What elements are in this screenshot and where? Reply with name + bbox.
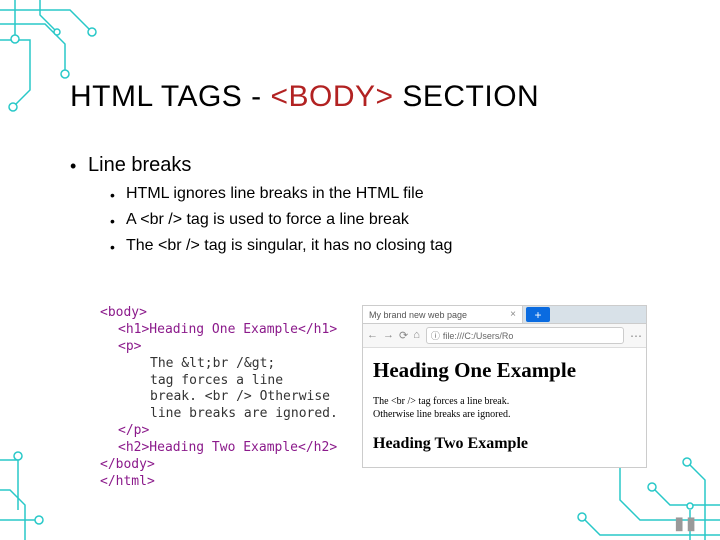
title-body-tag: <BODY>	[270, 80, 393, 113]
tab-title: My brand new web page	[369, 310, 467, 320]
code-line: </html>	[100, 474, 155, 489]
pause-icon[interactable]: ▮▮	[674, 513, 698, 534]
code-example: <body> <h1>Heading One Example</h1> <p> …	[100, 305, 350, 491]
address-bar[interactable]: ⓘ file:///C:/Users/Ro	[426, 327, 624, 344]
rendered-line: Otherwise line breaks are ignored.	[373, 409, 510, 420]
rendered-line: The <br /> tag forces a line break.	[373, 396, 509, 407]
title-pre: HTML TAGS -	[70, 80, 270, 113]
rendered-paragraph: The <br /> tag forces a line break. Othe…	[373, 395, 636, 421]
browser-tab[interactable]: My brand new web page ×	[363, 306, 523, 323]
bullet-main-text: Line breaks	[88, 154, 191, 176]
title-post: SECTION	[394, 80, 540, 113]
bullet-main: Line breaks HTML ignores line breaks in …	[70, 154, 650, 255]
code-line: <h2>Heading Two Example</h2>	[118, 440, 337, 455]
sub-bullet-text: HTML ignores line breaks in the HTML fil…	[126, 185, 424, 202]
slide-title: HTML TAGS - <BODY> SECTION	[70, 80, 650, 114]
home-icon[interactable]: ⌂	[413, 329, 420, 342]
sub-bullet-list: HTML ignores line breaks in the HTML fil…	[88, 185, 650, 255]
code-line: <p>	[118, 339, 141, 354]
rendered-page: Heading One Example The <br /> tag force…	[363, 348, 646, 467]
info-icon: ⓘ	[431, 329, 440, 342]
url-text: file:///C:/Users/Ro	[443, 331, 514, 341]
code-line: <h1>Heading One Example</h1>	[118, 322, 337, 337]
code-line: <body>	[100, 305, 147, 320]
code-line: break. <br /> Otherwise	[150, 389, 330, 404]
code-line: </body>	[100, 457, 155, 472]
new-tab-button[interactable]: +	[526, 307, 550, 322]
sub-bullet: The <br /> tag is singular, it has no cl…	[110, 237, 650, 255]
examples-row: <body> <h1>Heading One Example</h1> <p> …	[100, 305, 647, 491]
sub-bullet: HTML ignores line breaks in the HTML fil…	[110, 185, 650, 203]
bullet-list: Line breaks HTML ignores line breaks in …	[70, 154, 650, 255]
sub-bullet: A <br /> tag is used to force a line bre…	[110, 211, 650, 229]
sub-bullet-text: The <br /> tag is singular, it has no cl…	[126, 237, 452, 254]
nav-buttons: ← → ⟳ ⌂	[367, 329, 420, 342]
forward-icon[interactable]: →	[383, 329, 394, 342]
browser-toolbar: ← → ⟳ ⌂ ⓘ file:///C:/Users/Ro ⋯	[363, 324, 646, 348]
sub-bullet-text: A <br /> tag is used to force a line bre…	[126, 211, 409, 228]
browser-tabbar: My brand new web page × +	[363, 306, 646, 324]
circuit-decoration-bottom-left	[0, 390, 70, 540]
plus-icon: +	[534, 308, 541, 322]
rendered-h1: Heading One Example	[373, 358, 636, 383]
code-line: </p>	[118, 423, 149, 438]
back-icon[interactable]: ←	[367, 329, 378, 342]
code-line: The &lt;br /&gt;	[150, 356, 275, 371]
menu-icon[interactable]: ⋯	[630, 329, 642, 343]
rendered-h2: Heading Two Example	[373, 435, 636, 453]
code-line: tag forces a line	[150, 373, 283, 388]
code-line: line breaks are ignored.	[150, 406, 338, 421]
close-icon[interactable]: ×	[510, 309, 516, 320]
browser-mock: My brand new web page × + ← → ⟳ ⌂ ⓘ file…	[362, 305, 647, 468]
reload-icon[interactable]: ⟳	[399, 329, 408, 342]
